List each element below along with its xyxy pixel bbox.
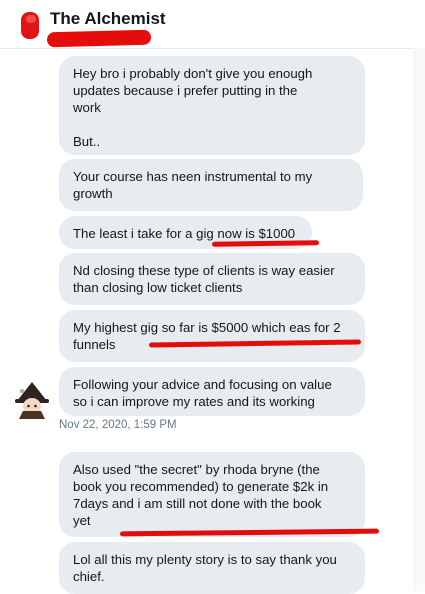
message-line: chief. [73, 569, 105, 584]
character-avatar-icon[interactable] [13, 381, 51, 419]
message-bubble: Also used "the secret" by rhoda bryne (t… [59, 452, 365, 537]
message-line: yet [73, 513, 91, 528]
conversation-header: The Alchemist [0, 0, 425, 49]
message-line: book you recommended) to generate $2k in [73, 479, 329, 494]
message-bubble: Your course has neen instrumental to my … [59, 159, 363, 211]
message-line: But.. [73, 134, 101, 149]
message-line: Hey bro i probably don't give you enough [73, 66, 313, 81]
scrollbar[interactable] [414, 48, 425, 591]
message-line: growth [73, 186, 113, 201]
profile-icon[interactable] [18, 9, 44, 43]
message-line: My highest gig so far is $5000 which eas… [73, 320, 341, 335]
message-line: Also used "the secret" by rhoda bryne (t… [73, 462, 320, 477]
message-line: Lol all this my plenty story is to say t… [73, 552, 337, 567]
message-bubble: Hey bro i probably don't give you enough… [59, 56, 365, 155]
conversation-title[interactable]: The Alchemist [50, 9, 166, 29]
redaction-mark [46, 29, 152, 48]
message-line: work [73, 100, 101, 115]
message-line: Nd closing these type of clients is way … [73, 263, 335, 278]
message-bubble: Following your advice and focusing on va… [59, 367, 365, 416]
message-line: than closing low ticket clients [73, 280, 243, 295]
message-line: so i can improve my rates and its workin… [73, 394, 315, 409]
message-line: 7days and i am still not done with the b… [73, 496, 322, 511]
message-line: Your course has neen instrumental to my [73, 169, 313, 184]
message-line: The least i take for a gig now is $1000 [73, 226, 296, 241]
message-bubble: My highest gig so far is $5000 which eas… [59, 310, 365, 362]
message-line: Following your advice and focusing on va… [73, 377, 332, 392]
message-timestamp: Nov 22, 2020, 1:59 PM [59, 419, 177, 431]
message-bubble: Nd closing these type of clients is way … [59, 253, 365, 305]
message-line: updates because i prefer putting in the [73, 83, 298, 98]
message-bubble: Lol all this my plenty story is to say t… [59, 542, 365, 594]
